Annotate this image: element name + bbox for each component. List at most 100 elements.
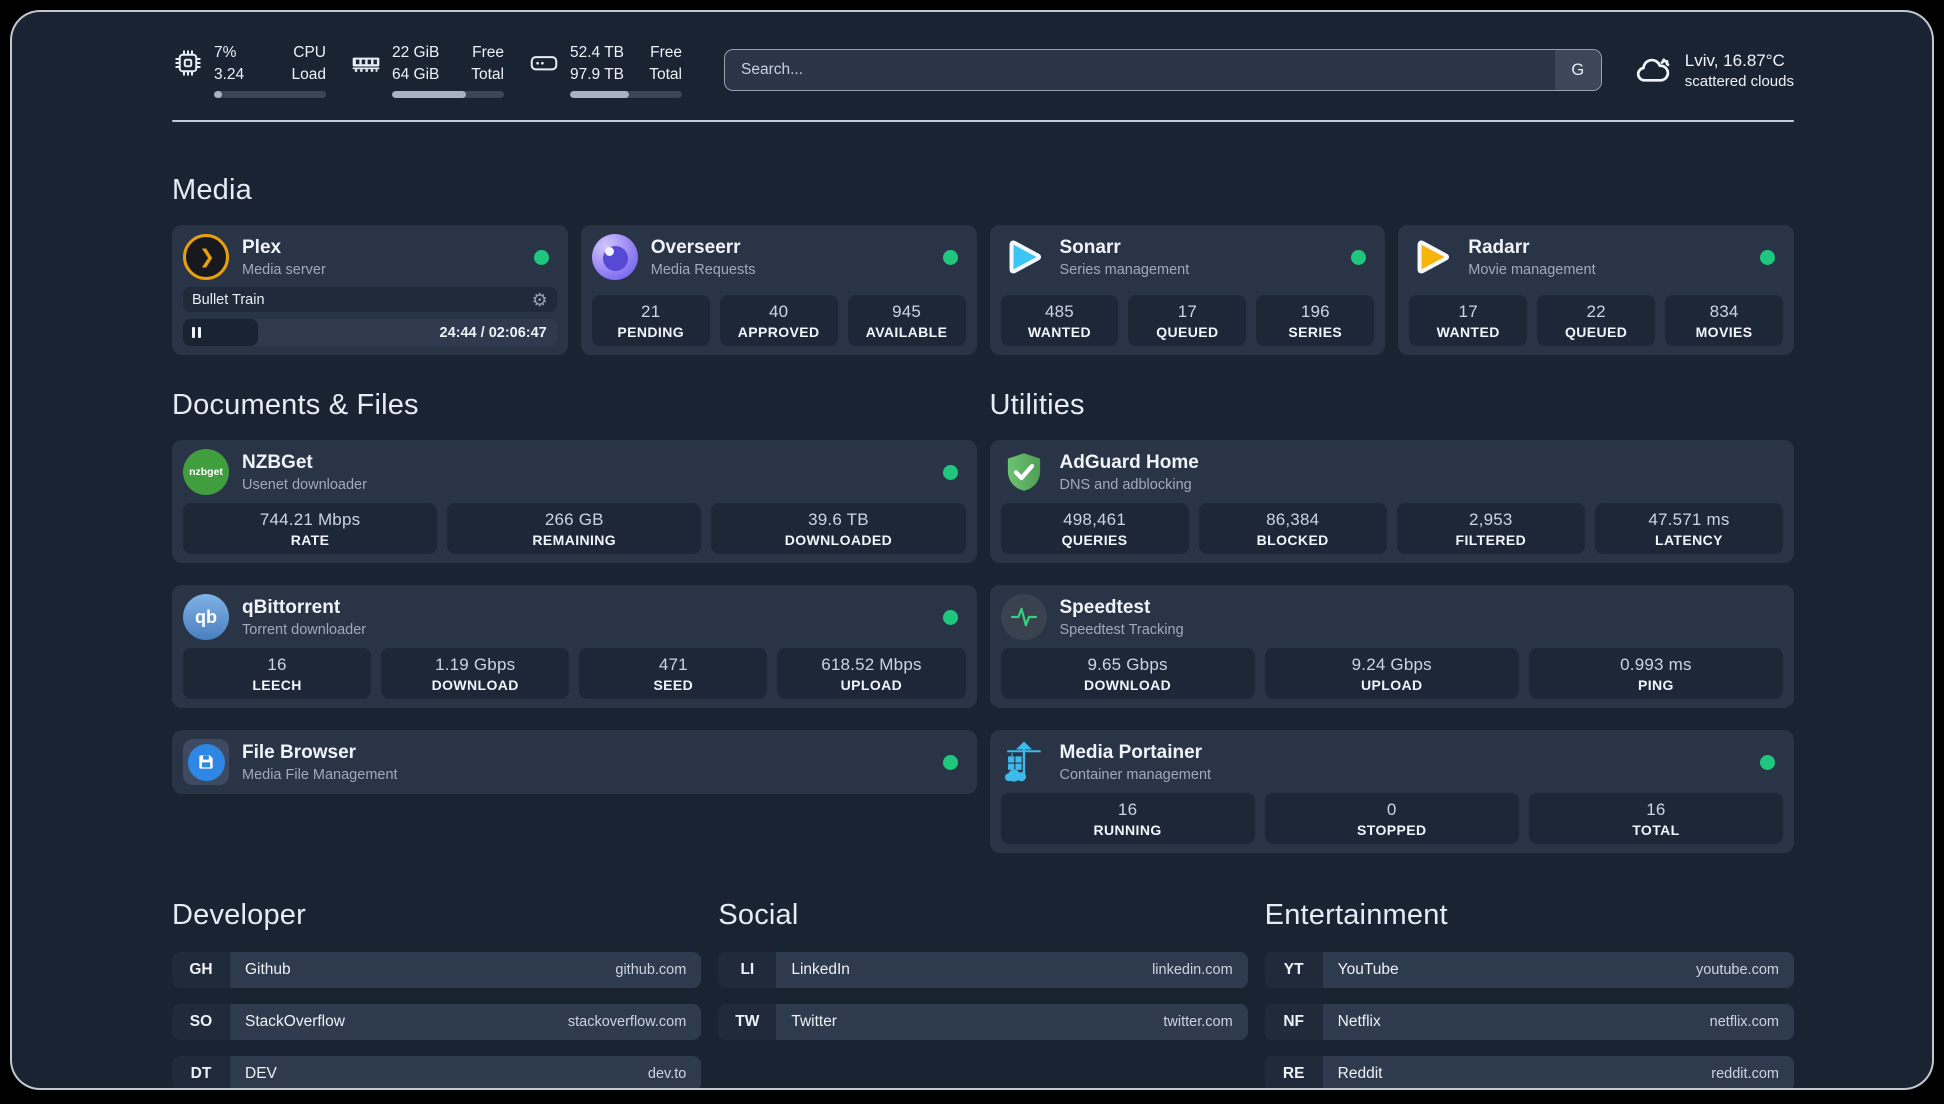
card-title: Speedtest xyxy=(1059,596,1151,618)
stat-tile: 16 TOTAL xyxy=(1528,793,1784,845)
stat-value: 40 xyxy=(768,302,789,322)
link-body: YouTube youtube.com xyxy=(1322,952,1794,989)
stat-value: 16 xyxy=(1646,800,1666,820)
speedtest-card[interactable]: Speedtest Speedtest Tracking 9.65 Gbps D… xyxy=(989,585,1794,709)
overseerr-icon xyxy=(591,234,638,281)
stat-label: WANTED xyxy=(1027,324,1091,341)
portainer-icon xyxy=(1001,739,1047,785)
qbittorrent-card[interactable]: qb qBittorrent Torrent downloader 16 LEE… xyxy=(172,585,977,709)
plex-icon: ❯ xyxy=(183,234,229,281)
stat-value: 9.65 Gbps xyxy=(1087,655,1168,675)
disk-progress-track xyxy=(570,91,682,99)
status-online-dot xyxy=(533,249,549,265)
search-input[interactable] xyxy=(725,61,1555,80)
stat-label: RATE xyxy=(290,532,330,549)
link-body: Netflix netflix.com xyxy=(1322,1004,1794,1041)
link-youtube[interactable]: YT YouTube youtube.com xyxy=(1264,952,1794,989)
utilities-section-title: Utilities xyxy=(989,389,1085,422)
status-online-dot xyxy=(1351,249,1367,265)
playback-time: 24:44 / 02:06:47 xyxy=(439,324,547,341)
sonarr-card[interactable]: Sonarr Series management 485 WANTED 17 Q… xyxy=(989,225,1386,356)
sonarr-titles: Sonarr Series management xyxy=(1060,236,1190,279)
nzbget-titles: NZBGet Usenet downloader xyxy=(242,451,367,494)
stats-row: 744.21 Mbps RATE 266 GB REMAINING 39.6 T… xyxy=(183,495,966,555)
link-reddit[interactable]: RE Reddit reddit.com xyxy=(1264,1056,1794,1088)
ram-free-value: 22 GiB xyxy=(392,44,440,61)
stats-row: 9.65 Gbps DOWNLOAD 9.24 Gbps UPLOAD 0.99… xyxy=(1000,640,1784,700)
stat-value: 21 xyxy=(641,302,661,322)
link-name: StackOverflow xyxy=(245,1013,345,1031)
weather-text: Lviv, 16.87°C scattered clouds xyxy=(1685,50,1794,91)
filebrowser-titles: File Browser Media File Management xyxy=(242,741,398,784)
search-engine-button[interactable]: G xyxy=(1554,50,1601,91)
radarr-card[interactable]: Radarr Movie management 17 WANTED 22 QUE… xyxy=(1398,225,1794,356)
link-abbr: GH xyxy=(172,952,230,989)
stat-tile: 39.6 TB DOWNLOADED xyxy=(711,503,966,555)
stat-label: REMAINING xyxy=(532,532,617,549)
stat-label: APPROVED xyxy=(737,324,820,341)
ram-icon xyxy=(352,57,380,72)
filebrowser-card[interactable]: File Browser Media File Management xyxy=(172,730,977,795)
plex-card[interactable]: ❯ Plex Media server Bullet Train ⚙ 24:44… xyxy=(172,225,568,356)
adguard-card[interactable]: AdGuard Home DNS and adblocking 498,461 … xyxy=(989,440,1794,564)
link-abbr: SO xyxy=(172,1004,230,1041)
stat-value: 196 xyxy=(1300,302,1330,322)
status-online-dot xyxy=(942,609,958,625)
stat-label: QUEUED xyxy=(1156,324,1219,341)
weather-location: Lviv, 16.87°C xyxy=(1684,50,1785,70)
portainer-titles: Media Portainer Container management xyxy=(1060,741,1212,784)
ram-values: 22 GiB 64 GiB Free Total xyxy=(392,42,504,99)
developer-links: GH Github github.com SO StackOverflow st… xyxy=(172,952,702,1088)
social-section: Social LI LinkedIn linkedin.com TW Twitt… xyxy=(718,899,1248,1088)
link-body: Reddit reddit.com xyxy=(1322,1056,1794,1088)
card-subtitle: Media Requests xyxy=(650,261,756,278)
stat-tile: 485 WANTED xyxy=(1000,295,1119,347)
link-body: DEV dev.to xyxy=(230,1056,702,1088)
stat-tile: 744.21 Mbps RATE xyxy=(183,503,438,555)
cpu-usage: 7% xyxy=(214,44,237,61)
dashboard-window: 7% 3.24 CPU Load 22 GiB 64 GiB Free Tota… xyxy=(10,10,1934,1090)
search-bar[interactable]: G xyxy=(724,49,1602,92)
link-url: netflix.com xyxy=(1709,1014,1779,1031)
dashboard-content: 7% 3.24 CPU Load 22 GiB 64 GiB Free Tota… xyxy=(172,12,1794,1088)
playback-progress-fill xyxy=(183,319,258,347)
link-stackoverflow[interactable]: SO StackOverflow stackoverflow.com xyxy=(172,1004,702,1041)
player-settings-gear-icon[interactable]: ⚙ xyxy=(532,291,548,309)
link-twitter[interactable]: TW Twitter twitter.com xyxy=(718,1004,1248,1041)
disk-stat: 52.4 TB 97.9 TB Free Total xyxy=(528,42,682,99)
portainer-card[interactable]: Media Portainer Container management 16 … xyxy=(989,730,1794,854)
link-dev-to[interactable]: DT DEV dev.to xyxy=(172,1056,702,1088)
cloud-icon xyxy=(1636,58,1670,82)
link-name: DEV xyxy=(245,1065,277,1083)
status-online-dot xyxy=(1760,754,1775,770)
status-online-dot xyxy=(942,249,958,265)
link-url: github.com xyxy=(615,962,687,979)
utilities-column: Utilities AdGuard Home DNS and adblockin… xyxy=(989,389,1794,854)
stats-row: 498,461 QUERIES 86,384 BLOCKED 2,953 FIL… xyxy=(1000,495,1783,555)
weather-widget: Lviv, 16.87°C scattered clouds xyxy=(1634,50,1794,91)
link-body: Github github.com xyxy=(230,952,702,989)
overseerr-card[interactable]: Overseerr Media Requests 21 PENDING 40 A… xyxy=(580,225,977,356)
stat-tile: 0 STOPPED xyxy=(1264,793,1519,845)
pause-icon[interactable] xyxy=(192,327,201,339)
link-github[interactable]: GH Github github.com xyxy=(172,952,702,989)
link-netflix[interactable]: NF Netflix netflix.com xyxy=(1264,1004,1794,1041)
card-subtitle: Media File Management xyxy=(242,766,398,783)
stat-value: 22 xyxy=(1586,302,1606,322)
stat-label: TOTAL xyxy=(1632,822,1680,839)
stat-tile: 0.993 ms PING xyxy=(1528,648,1784,700)
card-subtitle: Movie management xyxy=(1468,261,1596,278)
playback-progress-bar[interactable]: 24:44 / 02:06:47 xyxy=(183,319,557,347)
stat-value: 47.571 ms xyxy=(1648,510,1730,530)
disk-progress-fill xyxy=(570,91,630,99)
card-title: Sonarr xyxy=(1059,236,1121,258)
stat-value: 16 xyxy=(267,655,287,675)
stat-tile: 16 RUNNING xyxy=(1000,793,1255,845)
link-name: Netflix xyxy=(1337,1013,1381,1031)
card-subtitle: Torrent downloader xyxy=(242,621,367,638)
nzbget-card[interactable]: nzbget NZBGet Usenet downloader 744.21 M… xyxy=(172,440,977,564)
stats-row: 16 RUNNING 0 STOPPED 16 TOTAL xyxy=(1000,785,1784,845)
header-divider xyxy=(172,120,1794,123)
link-linkedin[interactable]: LI LinkedIn linkedin.com xyxy=(718,952,1248,989)
stat-value: 17 xyxy=(1458,302,1478,322)
